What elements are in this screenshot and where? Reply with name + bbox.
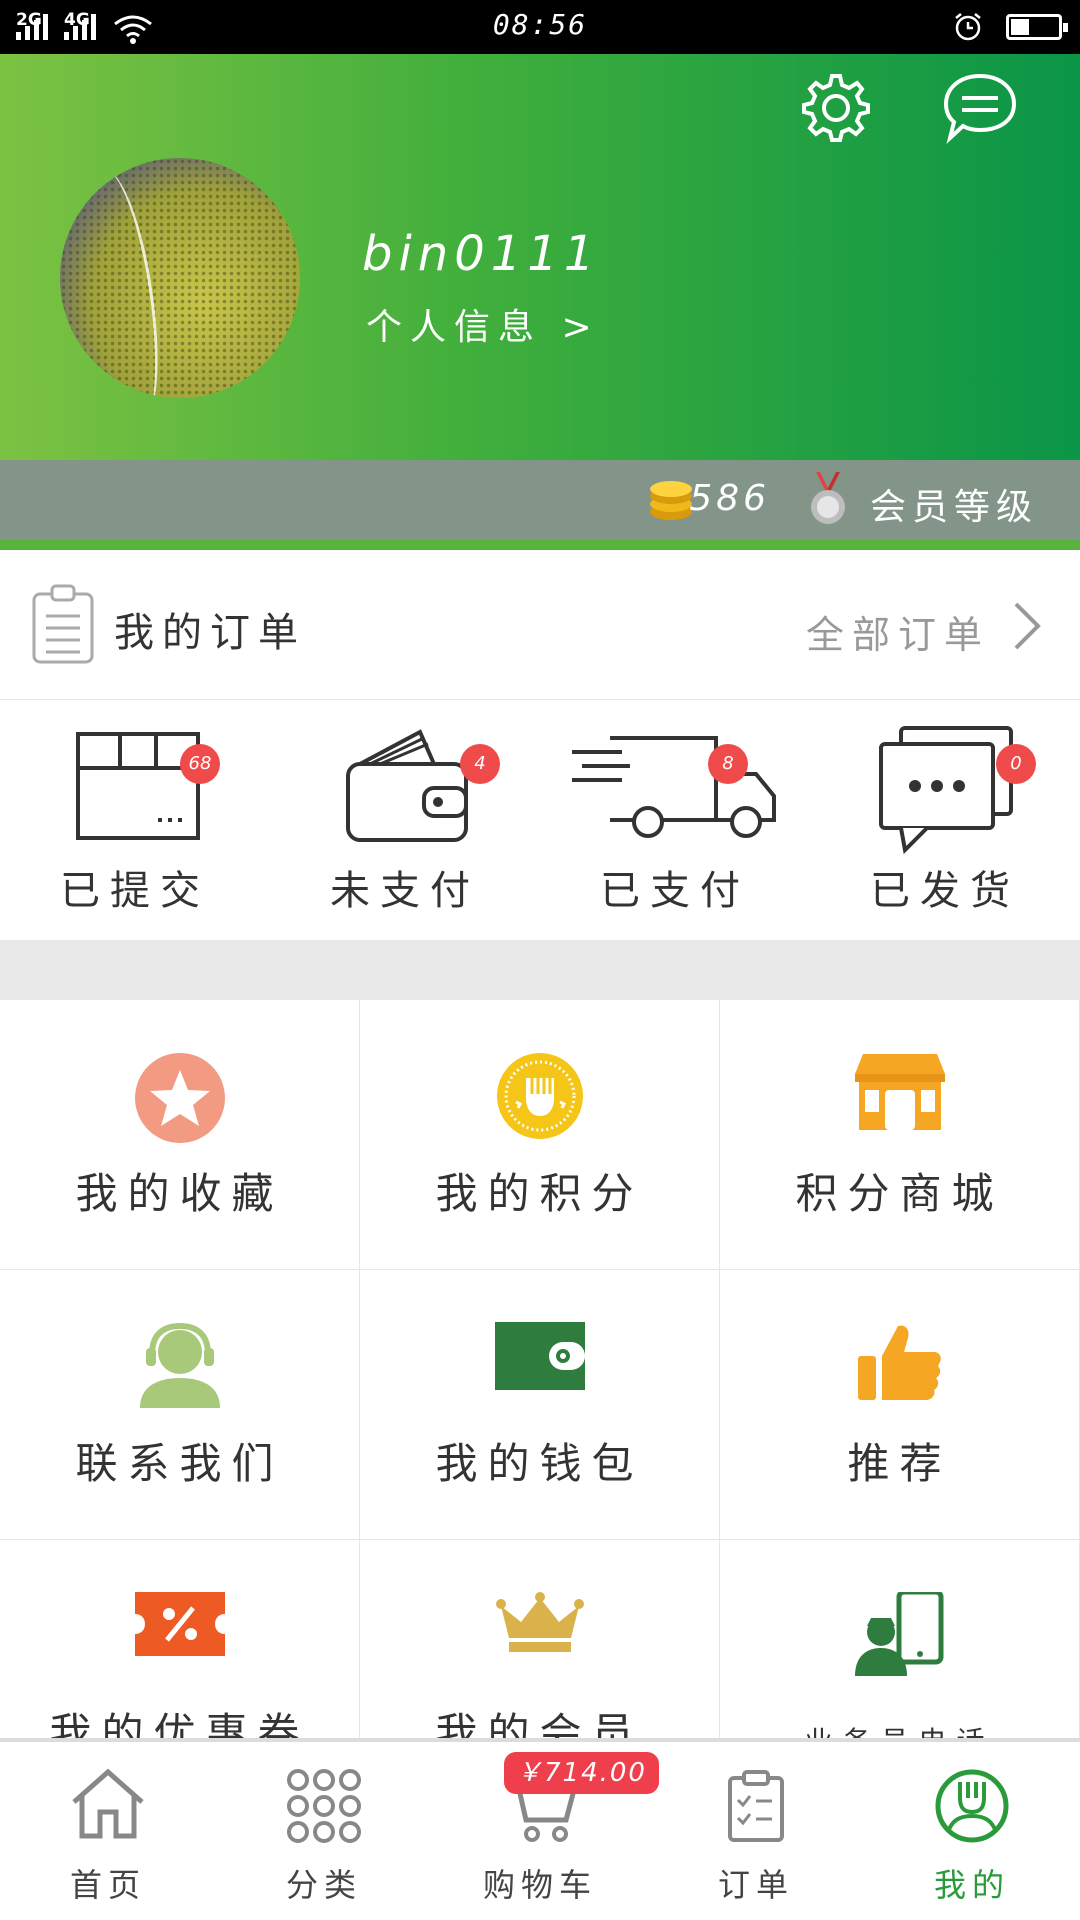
grid-item-favorites[interactable]: 我的收藏 [0,1000,360,1270]
cart-total-badge: ￥714.00 [504,1752,659,1794]
status-count-badge: 8 [708,744,748,784]
gear-icon[interactable] [796,68,876,148]
grid-item-points-mall[interactable]: 积分商城 [720,1000,1080,1270]
status-submitted[interactable]: 68 已提交 [0,700,270,940]
avatar[interactable] [60,158,300,398]
chevron-right-icon[interactable] [1012,600,1042,652]
store-icon [854,1054,945,1130]
star-icon [134,1053,225,1143]
grid-item-contact[interactable]: 联系我们 [0,1270,360,1540]
feature-grid: 我的收藏 我的积分 积分商城 联系我们 我的钱包 推荐 我的优惠券 我的会员 [0,1000,1080,1738]
status-label: 已提交 [60,868,210,914]
status-count-badge: 0 [996,744,1036,784]
alarm-icon [955,13,981,41]
status-paid[interactable]: 8 已支付 [540,700,810,940]
tab-label: 购物车 [482,1866,597,1904]
home-icon [72,1768,144,1839]
grid-item-salesman-phone[interactable]: 业务员电话 [720,1540,1080,1738]
my-orders-row[interactable]: 我的订单 全部订单 [0,550,1080,700]
wallet-icon [494,1322,585,1390]
grid-item-points[interactable]: 我的积分 [360,1000,720,1270]
grid-item-membership[interactable]: 我的会员 [360,1540,720,1738]
points-value: 586 [689,478,770,519]
medal-icon [811,472,845,524]
coins-icon [650,481,692,520]
support-agent-icon [139,1322,220,1408]
username: bin0111 [362,226,601,282]
status-shipped[interactable]: 0 已发货 [810,700,1080,940]
grid-item-label: 我的积分 [435,1169,644,1218]
clipboard-check-icon [728,1770,784,1842]
grid-item-wallet[interactable]: 我的钱包 [360,1270,720,1540]
grid-item-label: 我的优惠券 [49,1709,310,1738]
tab-label: 首页 [69,1866,146,1904]
wallet-outline-icon [346,729,468,842]
points-badge-icon [496,1053,583,1139]
grid-item-label: 积分商城 [795,1169,1004,1218]
bottom-tab-bar: 首页 分类 购物车 订单 我的 ￥714.00 [0,1738,1080,1920]
thumbs-up-icon [857,1325,941,1400]
tab-home[interactable]: 首页 [0,1742,216,1920]
status-unpaid[interactable]: 4 未支付 [270,700,540,940]
divider [0,540,1080,550]
crown-icon [495,1592,584,1652]
coupon-icon [134,1592,225,1656]
truck-icon [572,736,776,838]
status-count-badge: 4 [460,744,500,784]
tab-label: 我的 [933,1866,1010,1904]
status-bar: 2G 4G 08:56 [0,0,1080,54]
box-icon [76,732,200,840]
status-count-badge: 68 [180,744,220,784]
all-orders-link[interactable]: 全部订单 [806,604,990,659]
tab-category[interactable]: 分类 [216,1742,432,1920]
tab-orders[interactable]: 订单 [648,1742,864,1920]
order-status-row: 68 已提交 4 未支付 8 已支付 0 已发货 [0,700,1080,940]
status-label: 已发货 [870,868,1020,914]
my-orders-title: 我的订单 [114,610,306,656]
grid-item-label: 我的收藏 [75,1169,284,1218]
clipboard-icon [32,584,94,664]
salesman-phone-icon [854,1592,943,1676]
status-label: 未支付 [330,868,480,914]
status-time: 08:56 [492,8,588,41]
grid-item-label: 推荐 [847,1439,952,1488]
level-bar: 586 会员等级 [0,460,1080,540]
grid-item-label: 我的钱包 [435,1439,644,1488]
grid-dots-icon [287,1769,361,1843]
profile-info-link[interactable]: 个人信息 > [366,298,600,350]
grid-item-label: 业务员电话 [720,1720,1079,1738]
battery-icon [1006,14,1068,40]
grid-item-label: 联系我们 [75,1439,284,1488]
grid-item-coupons[interactable]: 我的优惠券 [0,1540,360,1738]
tab-label: 分类 [285,1866,362,1904]
message-icon[interactable] [940,68,1020,148]
grid-item-recommend[interactable]: 推荐 [720,1270,1080,1540]
profile-header: bin0111 个人信息 > 586 会员等级 [0,54,1080,540]
user-fork-icon [935,1769,1009,1843]
member-level-link[interactable]: 会员等级 [870,478,1038,530]
section-separator [0,940,1080,1000]
grid-item-label: 我的会员 [435,1709,644,1738]
tab-label: 订单 [717,1866,794,1904]
chat-bubbles-icon [879,726,1013,854]
status-label: 已支付 [600,868,750,914]
tab-mine[interactable]: 我的 [864,1742,1080,1920]
